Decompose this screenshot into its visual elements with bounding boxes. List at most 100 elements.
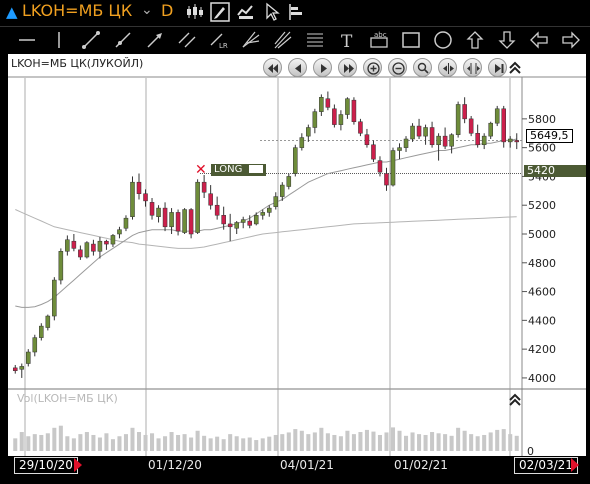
candle-body	[501, 108, 506, 143]
volume-bar	[475, 436, 480, 451]
volume-bar	[97, 437, 102, 451]
volume-bar	[215, 436, 220, 451]
volume-bar	[228, 434, 233, 451]
volume-bar	[456, 427, 461, 451]
date-label-dec: 01/12/20	[148, 458, 202, 472]
candle-body	[65, 239, 70, 252]
volume-bar	[91, 434, 96, 451]
volume-bar	[371, 431, 376, 451]
candle-body	[338, 114, 344, 125]
volume-collapse-up-icon[interactable]	[508, 392, 522, 408]
volume-bar	[397, 430, 402, 451]
volume-bar	[312, 432, 317, 451]
candle-body	[188, 209, 194, 235]
scroll-latest-button[interactable]	[488, 58, 507, 77]
volume-bar	[410, 432, 415, 451]
volume-bar	[377, 434, 382, 451]
volume-bar	[71, 438, 76, 451]
start-date-arrow-icon	[74, 458, 82, 472]
scroll-start-button[interactable]	[263, 58, 282, 77]
candle-body	[416, 125, 422, 137]
candle-body	[130, 181, 135, 217]
volume-bar	[84, 432, 89, 451]
volume-bar	[384, 432, 389, 451]
candle-body	[234, 222, 239, 229]
zoom-out-button[interactable]	[388, 58, 407, 77]
volume-bar	[417, 434, 422, 451]
candle-body	[175, 212, 181, 232]
candle-body	[240, 219, 246, 223]
volume-bar	[45, 433, 50, 451]
y-tick-label-4800: 4800	[528, 257, 556, 270]
skip-end-icon	[495, 64, 504, 73]
volume-bar	[234, 436, 239, 451]
candle-body	[514, 140, 520, 143]
candle-body	[117, 229, 122, 235]
y-tick-label-4200: 4200	[528, 343, 556, 356]
candle-body	[143, 193, 148, 202]
y-tick-label-5200: 5200	[528, 199, 556, 212]
fast-moving-average	[15, 138, 517, 308]
volume-bar	[182, 434, 187, 451]
volume-bar	[117, 436, 122, 451]
volume-bar	[130, 427, 135, 451]
y-tick-label-5000: 5000	[528, 228, 556, 241]
y-tick-label-5800: 5800	[528, 113, 556, 126]
volume-bar	[156, 438, 161, 451]
position-marker[interactable]: LONG	[211, 164, 266, 176]
candle-body	[32, 337, 38, 353]
zoom-search-button[interactable]	[413, 58, 432, 77]
volume-bar	[58, 425, 63, 451]
volume-bar	[104, 433, 109, 451]
y-tick-label-4600: 4600	[528, 286, 556, 299]
volume-bar	[286, 432, 291, 451]
volume-bar	[306, 434, 311, 451]
play-left-icon	[295, 64, 301, 73]
y-tick-label-4400: 4400	[528, 314, 556, 327]
candle-body	[299, 137, 305, 148]
candle-body	[494, 108, 500, 124]
date-label-jan: 04/01/21	[280, 458, 334, 472]
expand-icon	[467, 63, 480, 74]
candle-body	[390, 150, 396, 186]
candle-body	[169, 212, 174, 228]
collapse-up-icon[interactable]	[508, 60, 522, 76]
candle-body	[319, 97, 324, 112]
volume-bar	[221, 439, 226, 451]
candle-body	[286, 176, 292, 187]
volume-bar	[280, 434, 285, 451]
scroll-left-button[interactable]	[288, 58, 307, 77]
volume-bar	[469, 434, 474, 451]
scroll-right-button[interactable]	[313, 58, 332, 77]
candle-body	[78, 249, 83, 258]
candle-body	[423, 127, 428, 137]
volume-bar	[241, 438, 246, 451]
magnifier-icon	[417, 62, 429, 74]
compress-icon	[443, 63, 454, 74]
date-axis-start: 29/10/20	[14, 457, 78, 474]
scroll-end-button[interactable]	[338, 58, 357, 77]
candle-body	[455, 104, 461, 135]
candle-body	[97, 240, 103, 252]
minus-icon	[392, 62, 405, 75]
volume-bar	[495, 429, 500, 451]
candle-body	[358, 121, 363, 134]
candle-body	[325, 98, 331, 108]
candle-body	[488, 122, 493, 137]
volume-bar	[169, 432, 174, 451]
candle-body	[45, 315, 51, 328]
volume-bar	[260, 438, 265, 451]
zoom-in-button[interactable]	[363, 58, 382, 77]
chart-symbol-label: LKOH=МБ ЦК(ЛУКОЙЛ)	[11, 57, 144, 70]
volume-bar	[436, 433, 441, 451]
volume-bar	[508, 434, 513, 451]
candle-body	[280, 184, 285, 197]
expand-bars-button[interactable]	[463, 58, 482, 77]
close-position-icon[interactable]: ✕	[195, 162, 207, 178]
candle-body	[195, 181, 200, 233]
volume-bar	[443, 434, 448, 451]
compress-bars-button[interactable]	[438, 58, 457, 77]
volume-panel-label: Vol(LKOH=МБ ЦК)	[17, 392, 118, 405]
volume-bar	[254, 440, 259, 451]
volume-bar	[123, 434, 128, 451]
